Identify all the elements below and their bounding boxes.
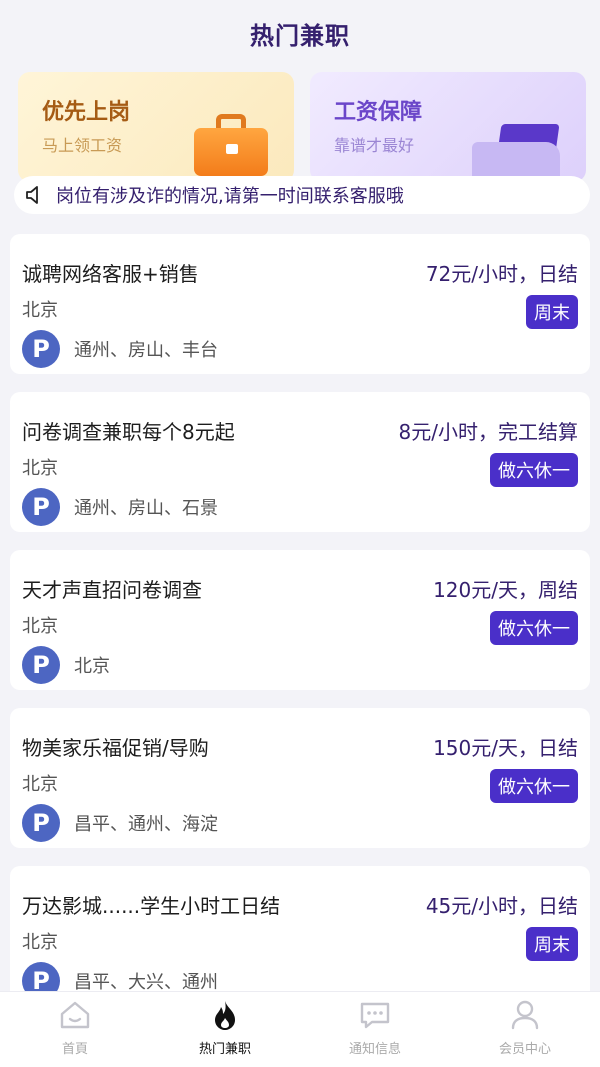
job-pay: 8元/小时，完工结算 <box>398 420 578 444</box>
job-title: 诚聘网络客服+销售 <box>22 262 199 286</box>
speaker-icon <box>20 180 50 210</box>
tab-label: 会员中心 <box>498 1042 551 1057</box>
job-pay: 150元/天，日结 <box>433 736 578 760</box>
message-icon <box>357 998 393 1032</box>
location-text: 北京 <box>74 656 110 677</box>
job-city: 北京 <box>22 932 58 953</box>
location-text: 通州、房山、丰台 <box>74 340 218 361</box>
job-city: 北京 <box>22 774 58 795</box>
tab-label: 首頁 <box>61 1042 88 1057</box>
home-icon <box>57 998 93 1032</box>
fire-icon <box>207 998 243 1032</box>
job-card[interactable]: 物美家乐福促销/导购 150元/天，日结 北京 做六休一 P 昌平、通州、海淀 <box>10 708 590 848</box>
page-header: 热门兼职 <box>0 0 600 66</box>
page-title: 热门兼职 <box>250 21 350 50</box>
banner-row: 优先上岗 马上领工资 工资保障 靠谱才最好 <box>0 66 600 182</box>
job-card[interactable]: 诚聘网络客服+销售 72元/小时，日结 北京 周末 P 通州、房山、丰台 <box>10 234 590 374</box>
location-text: 昌平、通州、海淀 <box>74 814 218 835</box>
job-locations: P 北京 <box>22 646 110 684</box>
banner-title: 工资保障 <box>334 100 423 125</box>
job-pay: 120元/天，周结 <box>433 578 578 602</box>
job-city: 北京 <box>22 458 58 479</box>
notice-bar[interactable]: 岗位有涉及诈的情况,请第一时间联系客服哦 <box>14 176 590 214</box>
job-title: 天才声直招问卷调查 <box>22 578 202 602</box>
tab-label: 通知信息 <box>348 1042 401 1057</box>
job-locations: P 通州、房山、丰台 <box>22 330 218 368</box>
job-list: 诚聘网络客服+销售 72元/小时，日结 北京 周末 P 通州、房山、丰台 问卷调… <box>0 220 600 1006</box>
job-card[interactable]: 万达影城......学生小时工日结 45元/小时，日结 北京 周末 P 昌平、大… <box>10 866 590 1006</box>
job-card[interactable]: 问卷调查兼职每个8元起 8元/小时，完工结算 北京 做六休一 P 通州、房山、石… <box>10 392 590 532</box>
priority-hire-banner[interactable]: 优先上岗 马上领工资 <box>18 72 294 182</box>
tab-home[interactable]: 首頁 <box>0 992 150 1067</box>
job-schedule-tag: 周末 <box>526 927 578 961</box>
folder-icon <box>472 124 568 182</box>
job-title: 物美家乐福促销/导购 <box>22 736 209 760</box>
briefcase-icon <box>194 114 268 176</box>
job-schedule-tag: 做六休一 <box>490 453 578 487</box>
job-pay: 72元/小时，日结 <box>425 262 578 286</box>
job-title: 问卷调查兼职每个8元起 <box>22 420 235 444</box>
notice-text: 岗位有涉及诈的情况,请第一时间联系客服哦 <box>56 186 404 207</box>
location-text: 通州、房山、石景 <box>74 498 218 519</box>
salary-guarantee-banner[interactable]: 工资保障 靠谱才最好 <box>310 72 586 182</box>
company-logo-icon: P <box>22 646 60 684</box>
job-schedule-tag: 周末 <box>526 295 578 329</box>
user-icon <box>507 998 543 1032</box>
company-logo-icon: P <box>22 804 60 842</box>
job-schedule-tag: 做六休一 <box>490 611 578 645</box>
tab-notifications[interactable]: 通知信息 <box>300 992 450 1067</box>
job-card[interactable]: 天才声直招问卷调查 120元/天，周结 北京 做六休一 P 北京 <box>10 550 590 690</box>
tab-member-center[interactable]: 会员中心 <box>450 992 600 1067</box>
job-locations: P 昌平、通州、海淀 <box>22 804 218 842</box>
job-city: 北京 <box>22 300 58 321</box>
company-logo-icon: P <box>22 488 60 526</box>
company-logo-icon: P <box>22 330 60 368</box>
tab-hot-jobs[interactable]: 热门兼职 <box>150 992 300 1067</box>
tab-label: 热门兼职 <box>198 1042 251 1057</box>
bottom-tab-bar: 首頁 热门兼职 通知信息 会员中心 <box>0 991 600 1067</box>
job-locations: P 通州、房山、石景 <box>22 488 218 526</box>
job-city: 北京 <box>22 616 58 637</box>
job-title: 万达影城......学生小时工日结 <box>22 894 281 918</box>
job-schedule-tag: 做六休一 <box>490 769 578 803</box>
job-pay: 45元/小时，日结 <box>425 894 578 918</box>
